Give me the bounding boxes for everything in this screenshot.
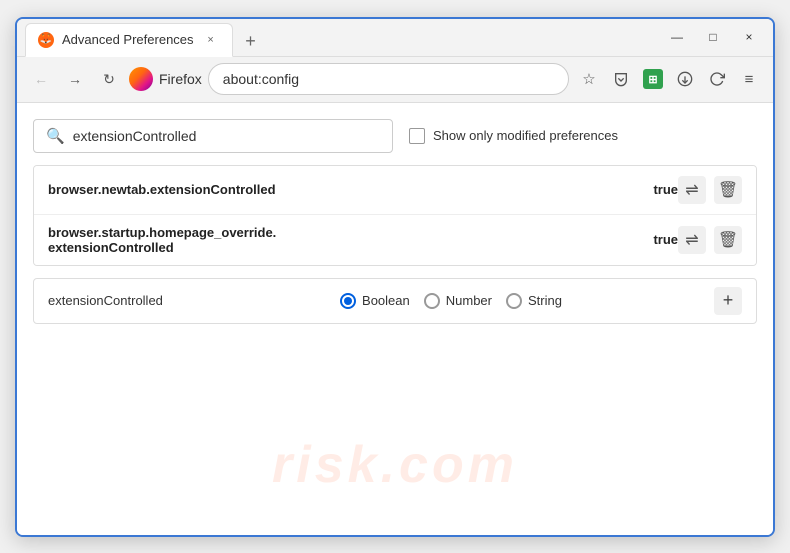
address-bar[interactable]: about:config — [208, 63, 569, 95]
delete-button-1[interactable]: 🗑 — [714, 176, 742, 204]
forward-button[interactable]: → — [61, 65, 89, 93]
boolean-radio[interactable]: Boolean — [340, 293, 410, 309]
pref-name-2-line1: browser.startup.homepage_override. — [48, 225, 276, 240]
toggle-button-2[interactable]: ⇌ — [678, 226, 706, 254]
search-icon: 🔍 — [46, 127, 65, 145]
number-radio-circle — [424, 293, 440, 309]
reload-button[interactable]: ↻ — [95, 65, 123, 93]
number-label: Number — [446, 293, 492, 308]
pref-name-1: browser.newtab.extensionControlled — [48, 182, 645, 197]
show-modified-label: Show only modified preferences — [433, 128, 618, 143]
bookmark-icon[interactable]: ☆ — [575, 65, 603, 93]
delete-button-2[interactable]: 🗑 — [714, 226, 742, 254]
firefox-label: Firefox — [159, 71, 202, 87]
string-radio-circle — [506, 293, 522, 309]
show-modified-checkbox[interactable] — [409, 128, 425, 144]
search-box[interactable]: 🔍 extensionControlled — [33, 119, 393, 153]
row-actions-1: ⇌ 🗑 — [678, 176, 742, 204]
new-pref-name: extensionControlled — [48, 293, 188, 308]
tab-favicon: 🦊 — [38, 32, 54, 48]
string-label: String — [528, 293, 562, 308]
sync-icon[interactable] — [703, 65, 731, 93]
menu-icon[interactable]: ≡ — [735, 65, 763, 93]
new-tab-button[interactable]: + — [237, 28, 265, 56]
toolbar-icons: ☆ ⊞ ≡ — [575, 65, 763, 93]
maximize-button[interactable]: □ — [697, 25, 729, 49]
number-radio[interactable]: Number — [424, 293, 492, 309]
back-button[interactable]: ← — [27, 65, 55, 93]
downloads-icon[interactable] — [671, 65, 699, 93]
pref-value-1: true — [645, 182, 678, 197]
results-table: browser.newtab.extensionControlled true … — [33, 165, 757, 266]
tab-title: Advanced Preferences — [62, 32, 194, 47]
table-row: browser.startup.homepage_override. exten… — [34, 215, 756, 265]
active-tab[interactable]: 🦊 Advanced Preferences × — [25, 23, 233, 57]
boolean-label: Boolean — [362, 293, 410, 308]
tab-close-button[interactable]: × — [202, 31, 220, 49]
browser-window: 🦊 Advanced Preferences × + — □ × ← → ↻ F… — [15, 17, 775, 537]
minimize-button[interactable]: — — [661, 25, 693, 49]
nav-bar: ← → ↻ Firefox about:config ☆ ⊞ ≡ — [17, 57, 773, 103]
tab-area: 🦊 Advanced Preferences × + — [25, 19, 661, 56]
add-preference-row: extensionControlled Boolean Number Strin… — [33, 278, 757, 324]
pref-name-2: browser.startup.homepage_override. exten… — [48, 225, 645, 255]
pref-value-2: true — [645, 232, 678, 247]
extension-icon[interactable]: ⊞ — [639, 65, 667, 93]
window-controls: — □ × — [661, 25, 765, 49]
url-text: about:config — [223, 71, 299, 87]
toggle-button-1[interactable]: ⇌ — [678, 176, 706, 204]
content-area: risk.com 🔍 extensionControlled Show only… — [17, 103, 773, 535]
table-row: browser.newtab.extensionControlled true … — [34, 166, 756, 215]
show-modified-area: Show only modified preferences — [409, 128, 618, 144]
firefox-logo — [129, 67, 153, 91]
pref-name-2-line2: extensionControlled — [48, 240, 174, 255]
close-button[interactable]: × — [733, 25, 765, 49]
search-row: 🔍 extensionControlled Show only modified… — [33, 119, 757, 153]
type-radio-group: Boolean Number String — [204, 293, 698, 309]
ext-icon-inner: ⊞ — [643, 69, 663, 89]
add-plus-button[interactable]: + — [714, 287, 742, 315]
row-actions-2: ⇌ 🗑 — [678, 226, 742, 254]
boolean-radio-inner — [344, 297, 352, 305]
boolean-radio-circle — [340, 293, 356, 309]
search-input[interactable]: extensionControlled — [73, 128, 380, 144]
title-bar: 🦊 Advanced Preferences × + — □ × — [17, 19, 773, 57]
string-radio[interactable]: String — [506, 293, 562, 309]
pocket-icon[interactable] — [607, 65, 635, 93]
watermark: risk.com — [272, 435, 518, 495]
